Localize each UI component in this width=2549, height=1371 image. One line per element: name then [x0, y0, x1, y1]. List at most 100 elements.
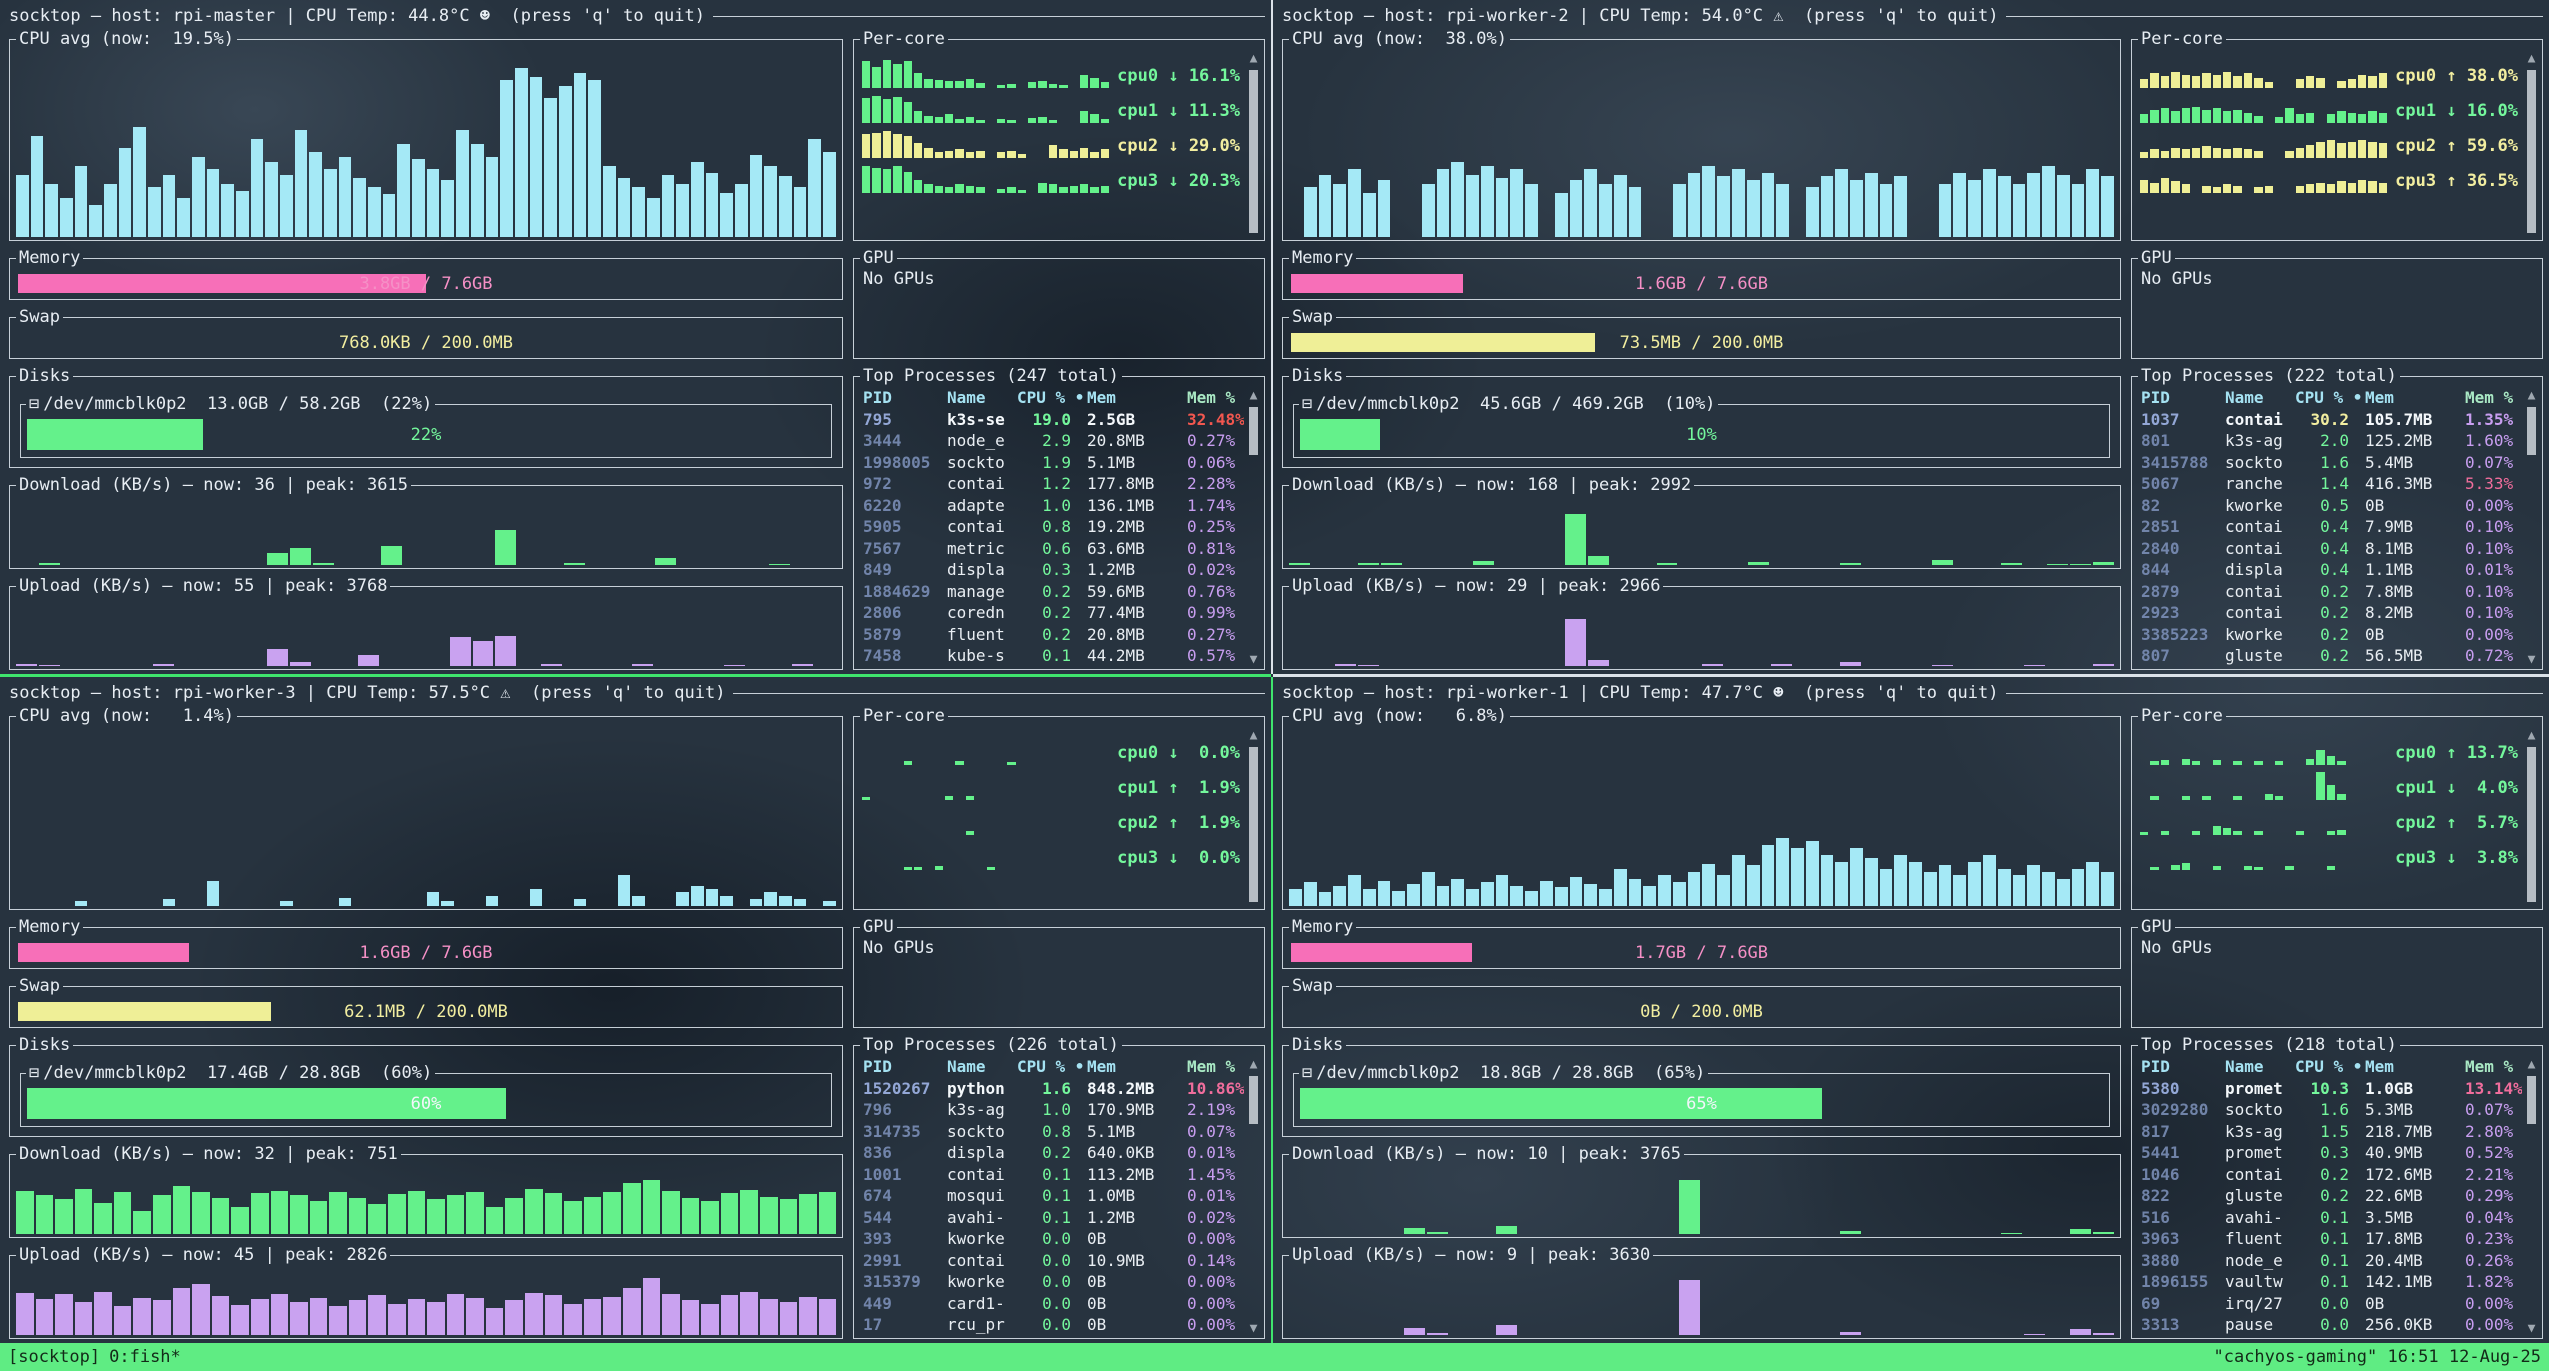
scrollbar-thumb[interactable] [1249, 747, 1258, 902]
scroll-down-icon[interactable]: ▼ [2524, 1322, 2539, 1335]
per-core-scrollbar[interactable]: ▲ [2524, 729, 2539, 906]
process-cell: 19.2MB [1087, 517, 1187, 539]
scroll-up-icon[interactable]: ▲ [2524, 729, 2539, 742]
column-header[interactable]: Mem [1087, 1057, 1187, 1079]
chart-bar [466, 1298, 484, 1335]
pane-rpi-worker-3[interactable]: socktop — host: rpi-worker-3 | CPU Temp:… [0, 677, 1271, 1343]
chart-bar [1496, 178, 1509, 237]
chart-bar [823, 152, 836, 237]
spark-bar [2379, 143, 2387, 158]
chart-bar [75, 166, 88, 237]
column-header[interactable]: CPU % • [2295, 1057, 2365, 1079]
memory-label: Memory [16, 248, 83, 268]
swap-label: Swap [1289, 307, 1336, 327]
memory-value: 3.8GB / 7.6GB [18, 274, 834, 294]
column-header[interactable]: Mem % [1187, 1057, 1244, 1079]
upload-panel: Upload (KB/s) — now: 29 | peak: 2966 [1282, 576, 2121, 670]
process-scrollbar[interactable]: ▲ ▼ [1246, 389, 1261, 666]
column-header[interactable]: Mem % [1187, 388, 1244, 410]
title-rule [713, 16, 1265, 17]
process-cell: 449 [863, 1294, 947, 1316]
scrollbar-thumb[interactable] [2527, 70, 2536, 233]
chart-bar [676, 892, 689, 906]
pane-rpi-worker-1[interactable]: socktop — host: rpi-worker-1 | CPU Temp:… [1273, 677, 2549, 1343]
scroll-up-icon[interactable]: ▲ [2524, 1058, 2539, 1071]
column-header[interactable]: Name [2225, 1057, 2295, 1079]
chart-bar [706, 173, 719, 237]
column-header[interactable]: Mem % [2465, 388, 2522, 410]
process-cell: 17.8MB [2365, 1229, 2465, 1251]
column-header[interactable]: Name [947, 388, 1017, 410]
scroll-up-icon[interactable]: ▲ [1246, 389, 1261, 402]
scroll-up-icon[interactable]: ▲ [2524, 52, 2539, 65]
pane-title: socktop — host: rpi-master | CPU Temp: 4… [9, 6, 713, 26]
scroll-up-icon[interactable]: ▲ [1246, 52, 1261, 65]
spark-bar [2316, 78, 2324, 89]
chart-bar [574, 73, 587, 237]
process-cell: 30.2 [2295, 410, 2365, 432]
chart-bar [36, 1195, 54, 1234]
column-header[interactable]: PID [2141, 388, 2225, 410]
scroll-up-icon[interactable]: ▲ [2524, 389, 2539, 402]
column-header[interactable]: PID [863, 1057, 947, 1079]
chart-bar [153, 664, 174, 666]
column-header[interactable]: Mem [2365, 1057, 2465, 1079]
scrollbar-thumb[interactable] [2527, 747, 2536, 902]
scroll-down-icon[interactable]: ▼ [1246, 653, 1261, 666]
scrollbar-thumb[interactable] [2527, 1076, 2536, 1124]
process-cell: 0.06% [1187, 453, 1244, 475]
pane-rpi-master[interactable]: socktop — host: rpi-master | CPU Temp: 4… [0, 0, 1271, 674]
spark-bar [1090, 187, 1098, 193]
pane-rpi-worker-2[interactable]: socktop — host: rpi-worker-2 | CPU Temp:… [1273, 0, 2549, 674]
scroll-up-icon[interactable]: ▲ [1246, 729, 1261, 742]
chart-bar [1584, 169, 1597, 237]
process-cell: 2.0 [2295, 431, 2365, 453]
column-header[interactable]: PID [2141, 1057, 2225, 1079]
core-label: cpu1 ↓ 16.0% [2395, 101, 2518, 121]
process-cell: contai [2225, 582, 2295, 604]
column-header[interactable]: PID [863, 388, 947, 410]
column-header[interactable]: CPU % • [2295, 388, 2365, 410]
column-header[interactable]: Name [2225, 388, 2295, 410]
chart-bar [94, 1203, 112, 1234]
swap-label: Swap [16, 307, 63, 327]
tmux-divider-vertical-bottom-active[interactable] [1271, 677, 1273, 1343]
process-cell: 0.1 [1017, 646, 1087, 668]
chart-bar [1510, 886, 1523, 906]
scrollbar-thumb[interactable] [1249, 407, 1258, 455]
process-cell: 1.2MB [1087, 560, 1187, 582]
process-cell: 8.1MB [2365, 539, 2465, 561]
per-core-scrollbar[interactable]: ▲ [1246, 52, 1261, 237]
tmux-window-name[interactable]: 0:fish* [109, 1347, 181, 1367]
process-scrollbar[interactable]: ▲ ▼ [2524, 389, 2539, 666]
tmux-divider-vertical-top[interactable] [1271, 0, 1273, 674]
tmux-divider-horizontal-left-active[interactable] [0, 674, 1271, 677]
disk-icon: ⊟ [1302, 394, 1316, 414]
chart-bar [177, 198, 190, 237]
process-cell: 19.0 [1017, 410, 1087, 432]
scroll-down-icon[interactable]: ▼ [2524, 653, 2539, 666]
column-header[interactable]: Mem % [2465, 1057, 2522, 1079]
scrollbar-thumb[interactable] [1249, 70, 1258, 233]
process-scrollbar[interactable]: ▲ ▼ [1246, 1058, 1261, 1335]
column-header[interactable]: Name [947, 1057, 1017, 1079]
chart-bar [1378, 180, 1391, 237]
column-header[interactable]: Mem [1087, 388, 1187, 410]
memory-value: 1.7GB / 7.6GB [1291, 943, 2112, 963]
scrollbar-thumb[interactable] [1249, 1076, 1258, 1124]
process-scrollbar[interactable]: ▲ ▼ [2524, 1058, 2539, 1335]
column-header[interactable]: CPU % • [1017, 388, 1087, 410]
process-cell: 416.3MB [2365, 474, 2465, 496]
process-cell: 63.6MB [1087, 539, 1187, 561]
scroll-down-icon[interactable]: ▼ [1246, 1322, 1261, 1335]
per-core-scrollbar[interactable]: ▲ [2524, 52, 2539, 237]
tmux-divider-horizontal-right[interactable] [1273, 674, 2549, 677]
scrollbar-thumb[interactable] [2527, 407, 2536, 455]
column-header[interactable]: CPU % • [1017, 1057, 1087, 1079]
scroll-up-icon[interactable]: ▲ [1246, 1058, 1261, 1071]
column-header[interactable]: Mem [2365, 388, 2465, 410]
core-label: cpu3 ↓ 3.8% [2395, 848, 2518, 868]
chart-bar [192, 1284, 210, 1335]
per-core-scrollbar[interactable]: ▲ [1246, 729, 1261, 906]
chart-bar [1525, 184, 1538, 237]
